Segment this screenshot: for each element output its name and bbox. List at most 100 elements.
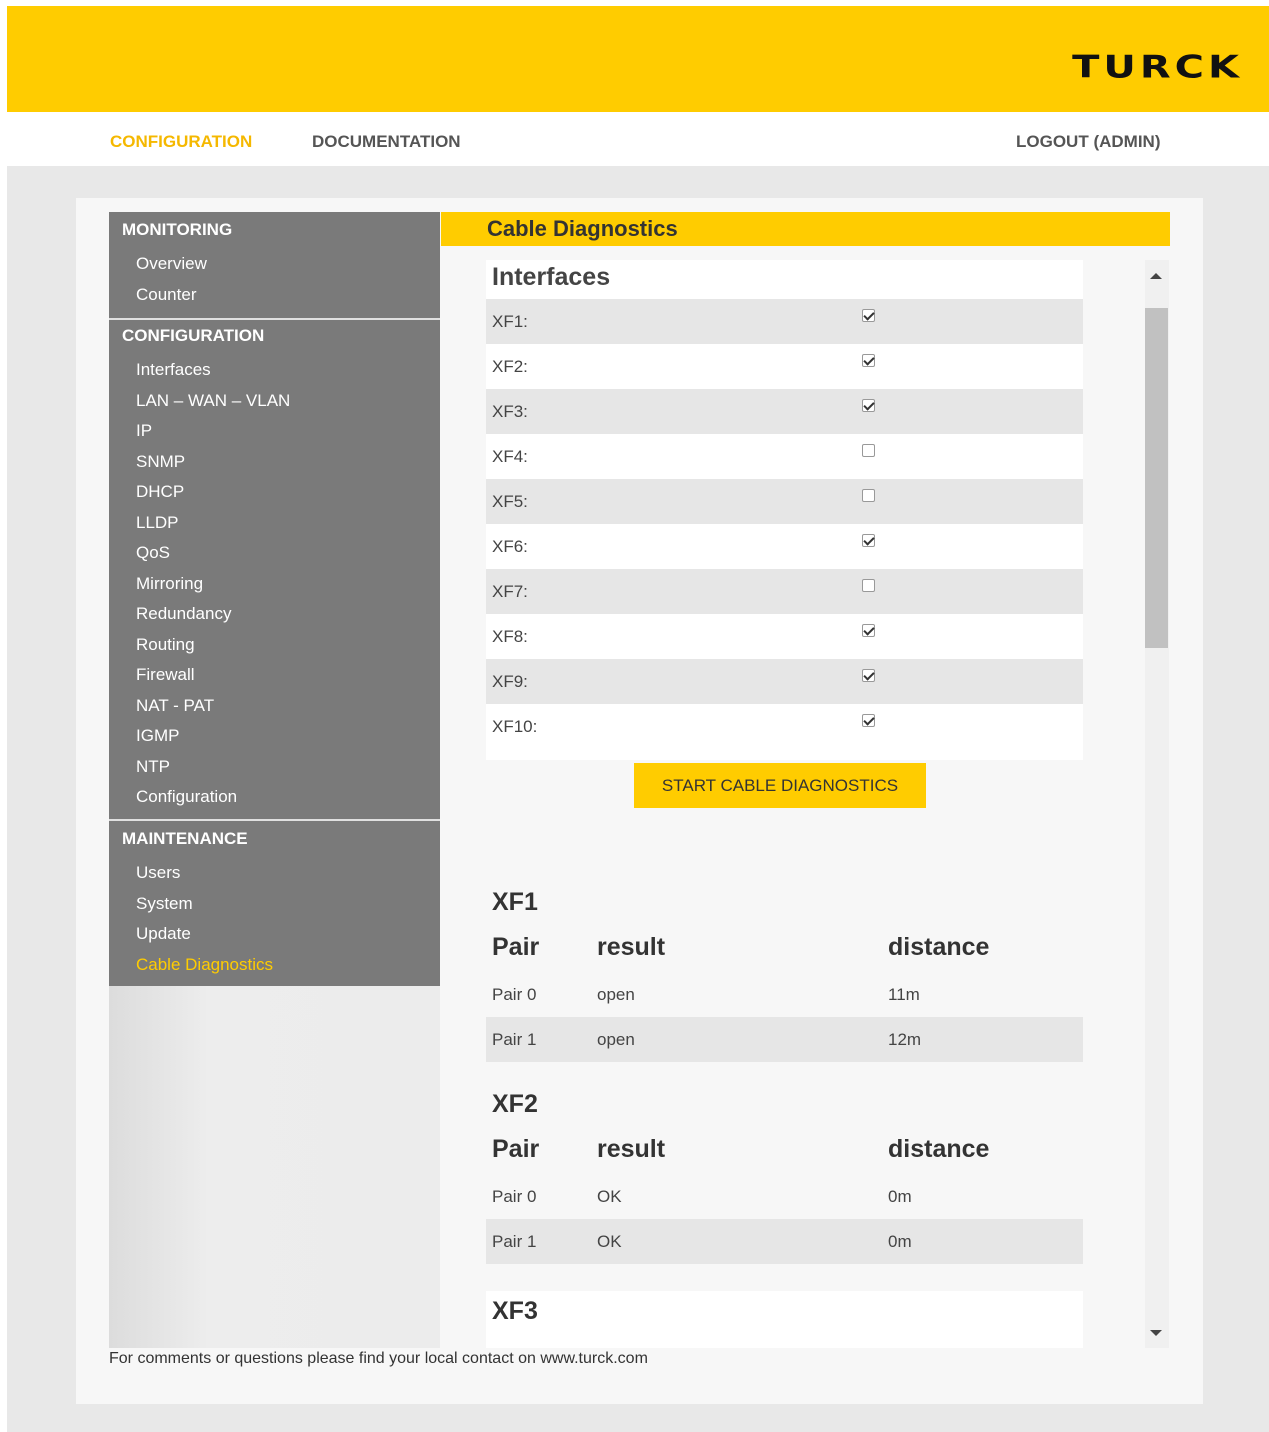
interface-checkbox[interactable] bbox=[862, 354, 875, 367]
distance-cell: 12m bbox=[888, 1030, 922, 1049]
sidebar: MONITORING Overview Counter CONFIGURATION In… bbox=[109, 212, 440, 986]
column-header-result: result bbox=[597, 1135, 666, 1163]
interface-label: XF1: bbox=[492, 312, 528, 331]
sidebar-item-dhcp[interactable]: DHCP bbox=[136, 482, 184, 502]
top-navigation: CONFIGURATION DOCUMENTATION LOGOUT (ADMI… bbox=[7, 112, 1269, 166]
page-title-bar: Cable Diagnostics bbox=[441, 212, 1170, 246]
sidebar-item-ip[interactable]: IP bbox=[136, 421, 152, 441]
sidebar-item-ntp[interactable]: NTP bbox=[136, 757, 170, 777]
scroll-up-arrow-icon[interactable] bbox=[1150, 273, 1162, 279]
interface-row: XF7: bbox=[486, 569, 1083, 614]
sidebar-item-configuration[interactable]: Configuration bbox=[136, 787, 237, 807]
interface-label: XF8: bbox=[492, 627, 528, 646]
result-cell: open bbox=[597, 985, 635, 1004]
distance-cell: 0m bbox=[888, 1232, 912, 1251]
sidebar-item-firewall[interactable]: Firewall bbox=[136, 665, 195, 685]
sidebar-divider bbox=[109, 819, 440, 821]
column-header-result: result bbox=[597, 933, 666, 961]
pair-cell: Pair 1 bbox=[492, 1030, 537, 1049]
interface-label: XF9: bbox=[492, 672, 528, 691]
sidebar-item-igmp[interactable]: IGMP bbox=[136, 726, 179, 746]
interface-label: XF3: bbox=[492, 402, 528, 421]
logout-link[interactable]: LOGOUT (ADMIN) bbox=[1016, 132, 1160, 152]
distance-cell: 11m bbox=[888, 985, 920, 1004]
sidebar-item-users[interactable]: Users bbox=[136, 863, 180, 883]
sidebar-section-configuration: CONFIGURATION bbox=[122, 326, 265, 345]
nav-configuration[interactable]: CONFIGURATION bbox=[110, 132, 252, 152]
interface-row: XF4: bbox=[486, 434, 1083, 479]
interface-checkbox[interactable] bbox=[862, 534, 875, 547]
sidebar-item-redundancy[interactable]: Redundancy bbox=[136, 604, 231, 624]
result-card-xf2: XF2 Pair result distance Pair 0 OK 0m Pair 1 OK 0… bbox=[486, 1078, 1083, 1268]
sidebar-item-snmp[interactable]: SNMP bbox=[136, 452, 185, 472]
interface-row: XF9: bbox=[486, 659, 1083, 704]
interface-label: XF5: bbox=[492, 492, 528, 511]
result-interface-title: XF2 bbox=[492, 1090, 538, 1118]
interface-checkbox[interactable] bbox=[862, 399, 875, 412]
sidebar-item-lldp[interactable]: LLDP bbox=[136, 513, 179, 533]
interface-checkbox[interactable] bbox=[862, 624, 875, 637]
result-cell: open bbox=[597, 1030, 635, 1049]
interfaces-title: Interfaces bbox=[492, 263, 611, 291]
pair-cell: Pair 0 bbox=[492, 985, 537, 1004]
scrollbar-thumb[interactable] bbox=[1145, 308, 1168, 648]
pair-cell: Pair 0 bbox=[492, 1187, 537, 1206]
sidebar-item-nat-pat[interactable]: NAT - PAT bbox=[136, 696, 214, 716]
sidebar-section-maintenance: MAINTENANCE bbox=[122, 829, 248, 848]
result-row: Pair 1 OK 0m bbox=[486, 1219, 1083, 1264]
sidebar-item-lan-wan-vlan[interactable]: LAN – WAN – VLAN bbox=[136, 391, 290, 411]
sidebar-item-mirroring[interactable]: Mirroring bbox=[136, 574, 203, 594]
sidebar-item-interfaces[interactable]: Interfaces bbox=[136, 360, 211, 380]
nav-documentation[interactable]: DOCUMENTATION bbox=[312, 132, 461, 152]
pair-cell: Pair 1 bbox=[492, 1232, 537, 1251]
sidebar-section-monitoring: MONITORING bbox=[122, 220, 233, 239]
interface-row: XF6: bbox=[486, 524, 1083, 569]
start-cable-diagnostics-button[interactable]: START CABLE DIAGNOSTICS bbox=[634, 763, 926, 808]
result-card-xf1: XF1 Pair result distance Pair 0 open 11m Pair 1… bbox=[486, 876, 1083, 1066]
distance-cell: 0m bbox=[888, 1187, 912, 1206]
sidebar-item-qos[interactable]: QoS bbox=[136, 543, 170, 563]
page-title: Cable Diagnostics bbox=[487, 216, 678, 241]
interface-label: XF10: bbox=[492, 717, 538, 736]
interface-row: XF3: bbox=[486, 389, 1083, 434]
interface-checkbox[interactable] bbox=[862, 489, 875, 502]
interface-row: XF10: bbox=[486, 704, 1083, 749]
column-header-pair: Pair bbox=[492, 1135, 540, 1163]
sidebar-item-update[interactable]: Update bbox=[136, 924, 191, 944]
interface-row: XF8: bbox=[486, 614, 1083, 659]
result-interface-title: XF3 bbox=[492, 1297, 538, 1325]
sidebar-item-system[interactable]: System bbox=[136, 894, 193, 914]
main-content[interactable]: Interfaces XF1: XF2: XF3: XF4: XF5: XF6: XF7: X… bbox=[441, 246, 1170, 1348]
interface-label: XF4: bbox=[492, 447, 528, 466]
result-card-xf3: XF3 bbox=[486, 1291, 1083, 1348]
result-row: Pair 0 OK 0m bbox=[486, 1174, 1083, 1219]
footer-text: For comments or questions please find yo… bbox=[109, 1350, 648, 1367]
result-interface-title: XF1 bbox=[492, 888, 538, 916]
column-header-distance: distance bbox=[888, 1135, 990, 1163]
interface-row: XF2: bbox=[486, 344, 1083, 389]
header-bar: TURCK bbox=[7, 6, 1269, 112]
interface-checkbox[interactable] bbox=[862, 444, 875, 457]
interface-checkbox[interactable] bbox=[862, 669, 875, 682]
interface-label: XF7: bbox=[492, 582, 528, 601]
interface-checkbox[interactable] bbox=[862, 579, 875, 592]
interface-checkbox[interactable] bbox=[862, 309, 875, 322]
sidebar-filler bbox=[109, 986, 440, 1348]
sidebar-item-counter[interactable]: Counter bbox=[136, 285, 196, 305]
interface-label: XF2: bbox=[492, 357, 528, 376]
interface-label: XF6: bbox=[492, 537, 528, 556]
column-header-distance: distance bbox=[888, 933, 990, 961]
result-row: Pair 1 open 12m bbox=[486, 1017, 1083, 1062]
sidebar-item-overview[interactable]: Overview bbox=[136, 254, 207, 274]
turck-logo: TURCK bbox=[1072, 49, 1243, 86]
interface-row: XF1: bbox=[486, 299, 1083, 344]
sidebar-item-cable-diagnostics[interactable]: Cable Diagnostics bbox=[136, 955, 273, 975]
column-header-pair: Pair bbox=[492, 933, 540, 961]
scroll-down-arrow-icon[interactable] bbox=[1150, 1330, 1162, 1336]
sidebar-item-routing[interactable]: Routing bbox=[136, 635, 195, 655]
interfaces-card: Interfaces XF1: XF2: XF3: XF4: XF5: XF6: XF7: X… bbox=[486, 260, 1083, 760]
interface-checkbox[interactable] bbox=[862, 714, 875, 727]
interface-row: XF5: bbox=[486, 479, 1083, 524]
result-row: Pair 0 open 11m bbox=[486, 972, 1083, 1017]
sidebar-divider bbox=[109, 318, 440, 320]
